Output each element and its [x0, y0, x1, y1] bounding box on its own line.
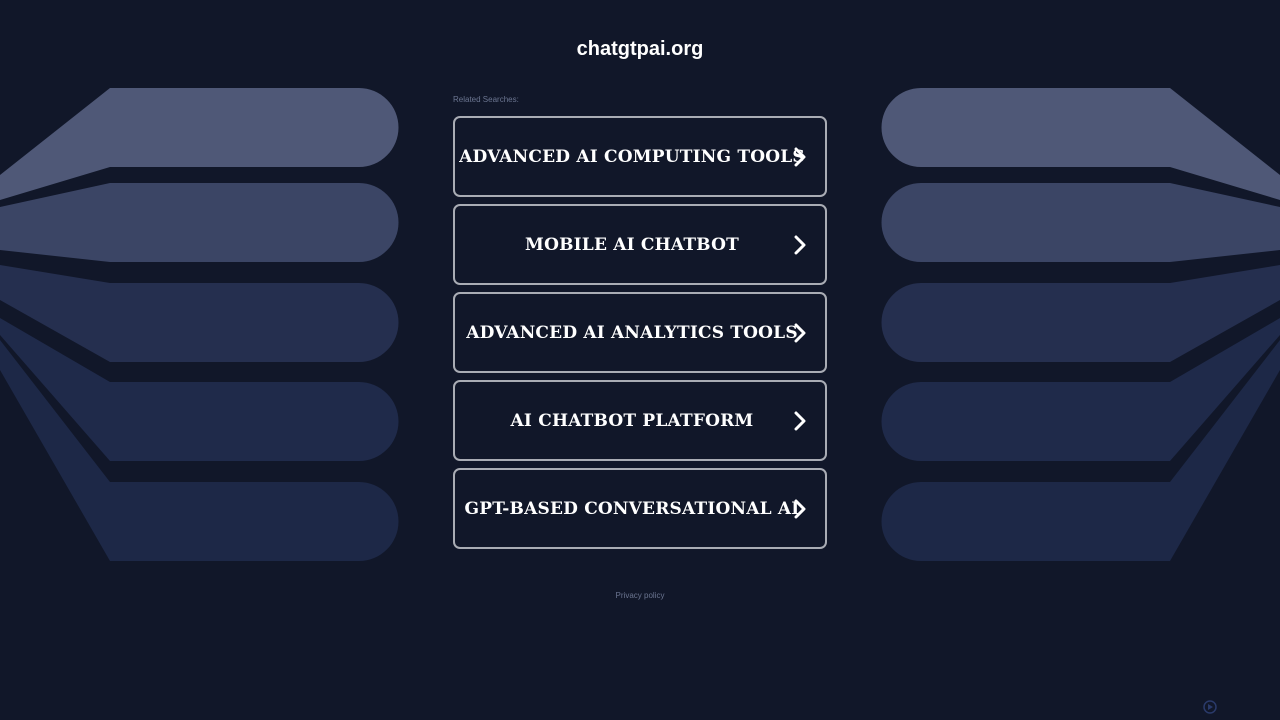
- right-bands: [881, 88, 1280, 561]
- chevron-right-icon: [794, 323, 806, 342]
- search-result-label: AI CHATBOT PLATFORM: [510, 410, 754, 431]
- left-bands: [0, 88, 399, 561]
- related-searches-label: Related Searches:: [453, 95, 519, 104]
- search-result-label: ADVANCED AI COMPUTING TOOLS: [459, 146, 805, 167]
- privacy-policy-link[interactable]: Privacy policy: [0, 591, 1280, 600]
- search-result-label: MOBILE AI CHATBOT: [525, 234, 739, 255]
- search-result-button[interactable]: AI CHATBOT PLATFORM: [453, 380, 827, 461]
- search-result-button[interactable]: MOBILE AI CHATBOT: [453, 204, 827, 285]
- chevron-right-icon: [794, 147, 806, 166]
- ad-choices-icon[interactable]: [1203, 700, 1217, 714]
- chevron-right-icon: [794, 499, 806, 518]
- page: chatgtpai.org Related Searches: ADVANCED…: [0, 0, 1280, 720]
- search-result-button[interactable]: ADVANCED AI ANALYTICS TOOLS: [453, 292, 827, 373]
- site-title[interactable]: chatgtpai.org: [0, 38, 1280, 61]
- search-result-button[interactable]: ADVANCED AI COMPUTING TOOLS: [453, 116, 827, 197]
- chevron-right-icon: [794, 235, 806, 254]
- search-result-label: GPT-BASED CONVERSATIONAL AI: [464, 498, 800, 519]
- search-result-button[interactable]: GPT-BASED CONVERSATIONAL AI: [453, 468, 827, 549]
- related-searches-list: ADVANCED AI COMPUTING TOOLS MOBILE AI CH…: [453, 116, 827, 556]
- chevron-right-icon: [794, 411, 806, 430]
- search-result-label: ADVANCED AI ANALYTICS TOOLS: [466, 322, 798, 343]
